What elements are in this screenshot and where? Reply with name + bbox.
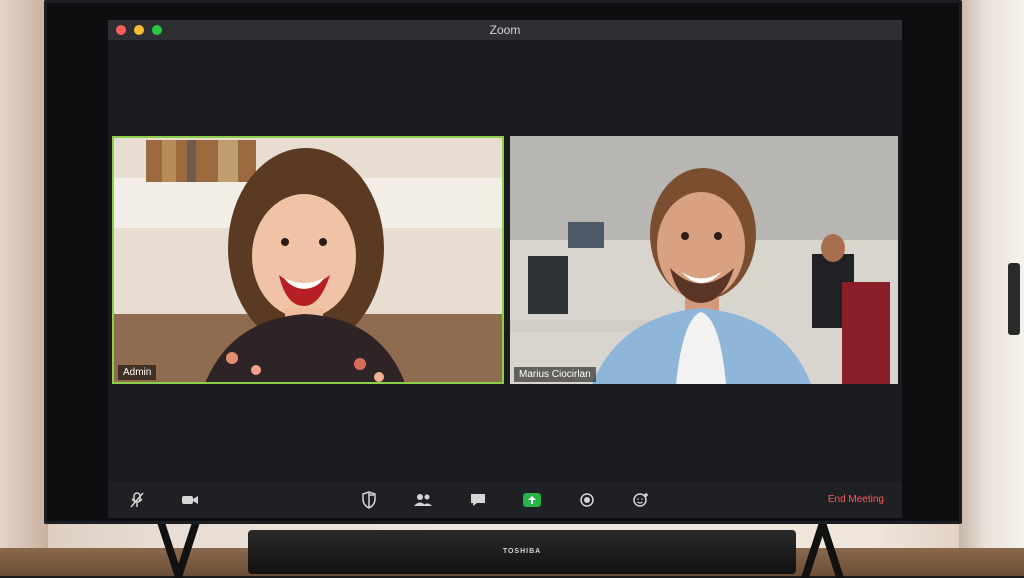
smile-plus-icon: [633, 493, 648, 507]
share-screen-button[interactable]: [523, 493, 541, 507]
security-button[interactable]: [358, 490, 380, 510]
meeting-toolbar: End Meeting: [108, 482, 902, 518]
participant-video-admin-scene: [114, 138, 502, 382]
participants-button[interactable]: [412, 490, 434, 510]
end-meeting-button[interactable]: End Meeting: [828, 494, 884, 505]
chat-bubble-icon: [471, 494, 485, 506]
participant-name-label: Marius Ciocirlan: [514, 367, 596, 382]
participant-video-marius-scene: [510, 136, 898, 384]
upload-arrow-icon: [528, 496, 536, 504]
window-title: Zoom: [489, 23, 521, 37]
reactions-button[interactable]: [630, 490, 652, 510]
record-button[interactable]: [576, 490, 598, 510]
muted-microphone-icon: [130, 492, 144, 508]
right-wall: [959, 0, 1024, 576]
participant-name-label: Admin: [118, 365, 157, 380]
participant-video-marius[interactable]: Marius Ciocirlan: [510, 136, 898, 384]
zoom-window: Zoom Admin Marius Ciocirlan End Meeting: [108, 20, 902, 518]
soundbar-brand-logo: TOSHIBA: [502, 548, 542, 555]
window-titlebar: Zoom: [108, 20, 902, 40]
participant-video-admin[interactable]: Admin: [112, 136, 504, 384]
chat-button[interactable]: [467, 490, 489, 510]
door-handle: [1008, 263, 1020, 335]
shield-icon: [362, 491, 376, 509]
people-icon: [414, 494, 432, 506]
mute-button[interactable]: [126, 490, 148, 510]
video-camera-icon: [182, 496, 198, 504]
video-button[interactable]: [179, 490, 201, 510]
record-icon: [580, 493, 594, 507]
left-wall: [0, 0, 48, 576]
soundbar: TOSHIBA: [248, 530, 796, 574]
